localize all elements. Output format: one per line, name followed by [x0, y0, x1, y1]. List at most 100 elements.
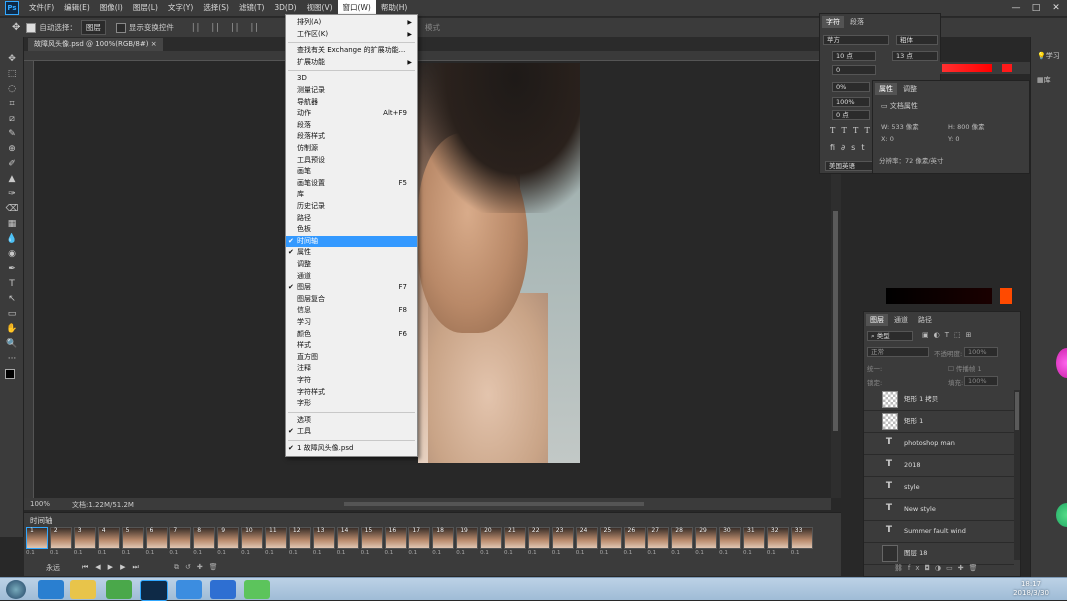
layer-name[interactable]: 矩形 1	[904, 410, 923, 432]
timeline-frame[interactable]: 3 0.1	[73, 527, 96, 561]
timeline-frame[interactable]: 15 0.1	[360, 527, 383, 561]
timeline-frame[interactable]: 12 0.1	[288, 527, 311, 561]
font-size-field[interactable]: 10 点	[832, 51, 876, 61]
lasso-tool-icon[interactable]: ◌	[4, 83, 20, 96]
move-tool-icon[interactable]: ✥	[12, 22, 20, 33]
propagate-label[interactable]: ☐ 传播帧 1	[948, 363, 982, 373]
layers-scroll-thumb[interactable]	[1015, 392, 1019, 430]
learn-button[interactable]: 💡学习	[1037, 51, 1060, 61]
tab-channels[interactable]: 通道	[890, 314, 912, 326]
frame-delay[interactable]: 0.1	[432, 550, 454, 556]
minimize-icon[interactable]: —	[1006, 0, 1026, 16]
opentype-buttons[interactable]: ﬁ∂st	[830, 143, 870, 152]
auto-select-checkbox[interactable]	[26, 22, 37, 33]
frame-delay[interactable]: 0.1	[791, 550, 813, 556]
rectangle-tool-icon[interactable]: ▭	[4, 308, 20, 321]
window-menu-item[interactable]: 色板	[286, 224, 417, 235]
window-menu-item[interactable]: 画笔设置 F5	[286, 178, 417, 189]
window-menu-item[interactable]: 库	[286, 189, 417, 200]
frame-action-icons[interactable]: ⧉↺✚🗑	[174, 563, 224, 572]
window-menu-item[interactable]: 仿制源	[286, 143, 417, 154]
frame-delay[interactable]: 0.1	[337, 550, 359, 556]
window-menu-item[interactable]: 图层复合	[286, 294, 417, 305]
photoshop-taskbar-icon[interactable]	[140, 580, 168, 601]
frame-delay[interactable]: 0.1	[265, 550, 287, 556]
marquee-tool-icon[interactable]: ⬚	[4, 68, 20, 81]
timeline-frame[interactable]: 26 0.1	[623, 527, 646, 561]
frame-delay[interactable]: 0.1	[98, 550, 120, 556]
visibility-eye-icon[interactable]	[870, 483, 876, 489]
leading-field[interactable]: 13 点	[892, 51, 938, 61]
window-menu-item[interactable]: 扩展功能 ▶	[286, 57, 417, 68]
layer-name[interactable]: New style	[904, 498, 936, 520]
start-button-icon[interactable]	[6, 580, 26, 599]
timeline-frame[interactable]: 21 0.1	[504, 527, 526, 561]
window-menu-item[interactable]: 字形	[286, 398, 417, 409]
layer-name[interactable]: photoshop man	[904, 432, 955, 454]
window-menu-item[interactable]: 画笔	[286, 166, 417, 177]
window-menu-item[interactable]: 样式	[286, 340, 417, 351]
timeline-frame[interactable]: 11 0.1	[265, 527, 287, 561]
timeline-frame[interactable]: 14 0.1	[336, 527, 359, 561]
timeline-frame[interactable]: 9 0.1	[217, 527, 240, 561]
wechat-icon[interactable]	[244, 580, 270, 599]
visibility-eye-icon[interactable]	[870, 549, 876, 555]
show-transform-checkbox[interactable]	[115, 22, 126, 33]
zoom-level[interactable]: 100%	[30, 500, 50, 508]
color-swatch[interactable]	[1002, 64, 1012, 72]
visibility-eye-icon[interactable]	[870, 439, 876, 445]
timeline-frame[interactable]: 8 0.1	[193, 527, 216, 561]
frame-delay[interactable]: 0.1	[480, 550, 502, 556]
tab-properties[interactable]: 属性	[875, 83, 897, 95]
align-icons[interactable]: ▕▏▕▏▕▏▕▏	[188, 23, 266, 32]
font-weight-select[interactable]: 粗体	[896, 35, 938, 45]
timeline-frame[interactable]: 30 0.1	[719, 527, 742, 561]
frame-delay[interactable]: 0.1	[456, 550, 478, 556]
timeline-frame[interactable]: 4 0.1	[97, 527, 120, 561]
history-brush-tool-icon[interactable]: ✑	[4, 188, 20, 201]
frame-delay[interactable]: 0.1	[313, 550, 335, 556]
healing-tool-icon[interactable]: ⊕	[4, 143, 20, 156]
loop-dropdown[interactable]: 永远	[46, 563, 60, 573]
window-menu-item[interactable]: 颜色 F6	[286, 329, 417, 340]
tab-adjustments[interactable]: 调整	[899, 83, 921, 95]
timeline-frame[interactable]: 20 0.1	[480, 527, 503, 561]
timeline-frame[interactable]: 31 0.1	[743, 527, 765, 561]
timeline-frame[interactable]: 29 0.1	[695, 527, 718, 561]
hand-tool-icon[interactable]: ✋	[4, 323, 20, 336]
timeline-frame[interactable]: 28 0.1	[671, 527, 694, 561]
visibility-eye-icon[interactable]	[870, 505, 876, 511]
timeline-frame[interactable]: 10 0.1	[241, 527, 264, 561]
window-menu-item[interactable]: 3D	[286, 73, 417, 84]
tab-paragraph[interactable]: 段落	[846, 16, 868, 28]
window-menu-item[interactable]: 工作区(K) ▶	[286, 29, 417, 40]
frame-delay[interactable]: 0.1	[50, 550, 72, 556]
horizontal-scrollbar[interactable]	[344, 502, 644, 506]
gradient-tool-icon[interactable]: ▦	[4, 218, 20, 231]
kerning-field[interactable]: 0	[832, 65, 876, 75]
window-menu-item[interactable]: 动作 Alt+F9	[286, 108, 417, 119]
file-explorer-icon[interactable]	[70, 580, 96, 599]
type-tool-icon[interactable]: T	[4, 278, 20, 291]
path-select-tool-icon[interactable]: ↖	[4, 293, 20, 306]
move-tool-icon[interactable]: ✥	[4, 53, 20, 66]
timeline-frame[interactable]: 17 0.1	[408, 527, 431, 561]
window-menu-item[interactable]: 学习	[286, 317, 417, 328]
system-clock[interactable]: 18:17 2018/3/30	[1013, 580, 1049, 598]
window-menu-item[interactable]: 历史记录	[286, 201, 417, 212]
frame-delay[interactable]: 0.1	[122, 550, 144, 556]
frame-delay[interactable]: 0.1	[719, 550, 741, 556]
menu-2[interactable]: 图像(I)	[95, 0, 128, 16]
window-menu-item[interactable]: 信息 F8	[286, 305, 417, 316]
frame-delay[interactable]: 0.1	[408, 550, 430, 556]
timeline-frame[interactable]: 24 0.1	[575, 527, 598, 561]
layer-row[interactable]: 矩形 1	[864, 410, 1014, 433]
frame-delay[interactable]: 0.1	[695, 550, 717, 556]
layer-name[interactable]: style	[904, 476, 920, 498]
timeline-frame[interactable]: 16 0.1	[384, 527, 407, 561]
timeline-frame[interactable]: 22 0.1	[527, 527, 550, 561]
frame-delay[interactable]: 0.1	[74, 550, 96, 556]
window-menu-item[interactable]: 字符	[286, 375, 417, 386]
baidu-netdisk-icon[interactable]	[176, 580, 202, 599]
menu-5[interactable]: 选择(S)	[198, 0, 234, 16]
